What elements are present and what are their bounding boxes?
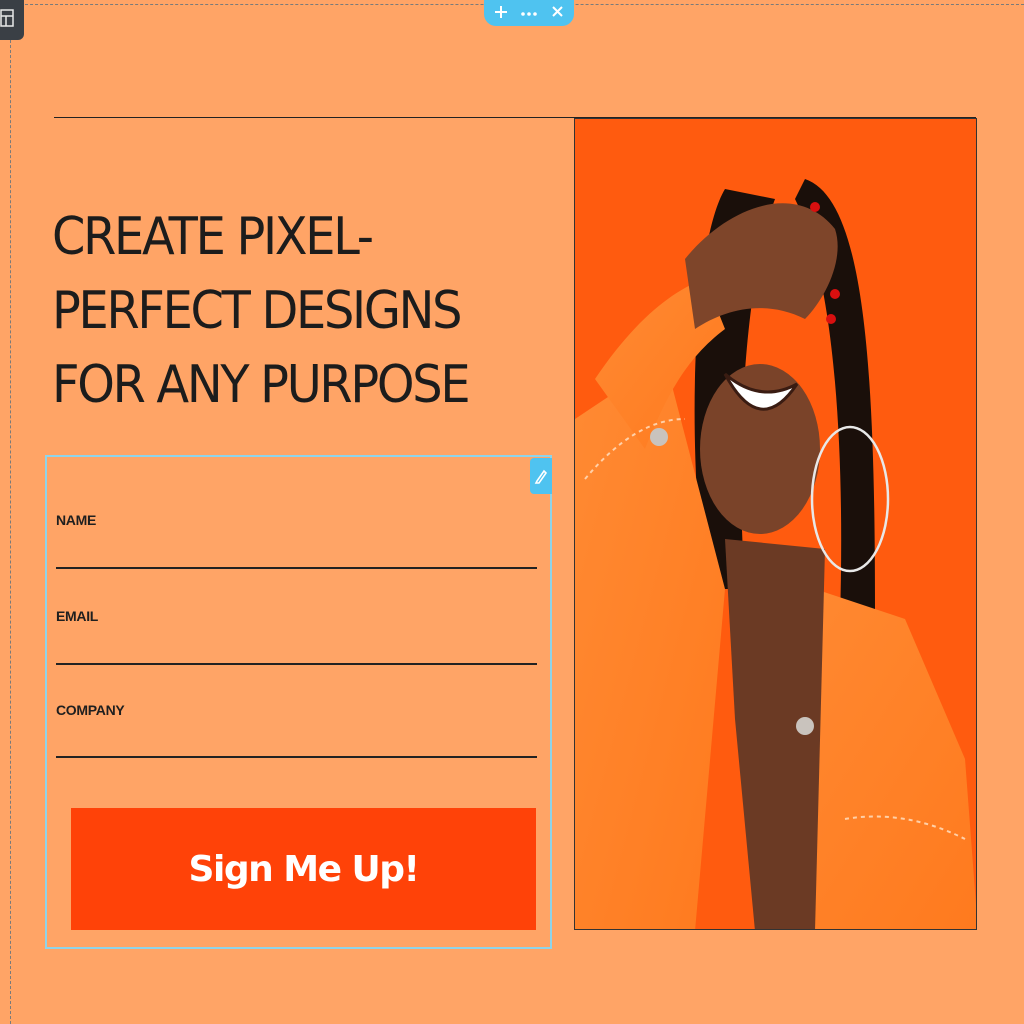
photo-woman-laughing-orange-jacket (575, 179, 976, 929)
hero-photo (574, 118, 977, 930)
pencil-icon[interactable] (530, 458, 552, 494)
name-field[interactable] (56, 537, 537, 569)
element-toolbar (484, 0, 574, 26)
company-field[interactable] (56, 726, 537, 758)
email-field[interactable] (56, 633, 537, 665)
move-icon[interactable] (495, 5, 508, 21)
sign-up-button[interactable]: Sign Me Up! (71, 808, 536, 930)
editor-guide-left (10, 0, 11, 1024)
layout-icon[interactable] (0, 0, 24, 40)
hero-headline: CREATE PIXEL-PERFECT DESIGNS FOR ANY PUR… (52, 207, 471, 415)
name-label: NAME (56, 512, 97, 528)
more-icon[interactable] (521, 6, 538, 20)
company-label: COMPANY (56, 702, 125, 718)
email-label: EMAIL (56, 608, 99, 624)
close-icon[interactable] (552, 6, 563, 20)
